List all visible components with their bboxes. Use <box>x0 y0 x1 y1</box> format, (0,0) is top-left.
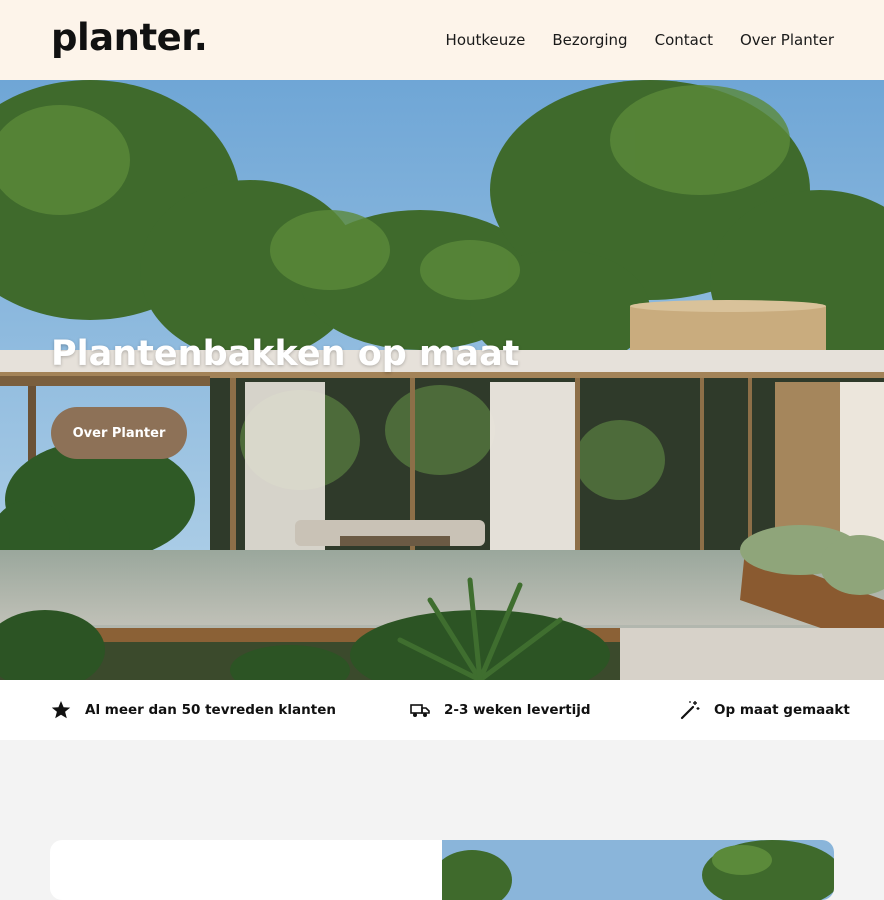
nav-link-bezorging[interactable]: Bezorging <box>552 29 627 51</box>
intro-card <box>50 840 834 900</box>
usp-label-customers: Al meer dan 50 tevreden klanten <box>85 702 336 718</box>
usp-item-delivery: 2-3 weken levertijd <box>410 680 591 740</box>
card-photo <box>442 840 834 900</box>
site-header: planter. Houtkeuze Bezorging Contact Ove… <box>0 0 884 80</box>
star-icon <box>51 701 71 719</box>
magic-wand-icon <box>680 701 700 720</box>
usp-item-customers: Al meer dan 50 tevreden klanten <box>51 680 336 740</box>
usp-label-delivery: 2-3 weken levertijd <box>444 702 591 718</box>
hero-photo <box>0 80 884 680</box>
hero-section: Plantenbakken op maat Over Planter <box>0 80 884 680</box>
usp-bar: Al meer dan 50 tevreden klanten 2-3 weke… <box>0 680 884 740</box>
planter-logo[interactable]: planter. <box>51 14 208 62</box>
usp-item-custom: Op maat gemaakt <box>680 680 850 740</box>
hero-title: Plantenbakken op maat <box>51 334 520 374</box>
nav-link-over-planter[interactable]: Over Planter <box>740 29 834 51</box>
nav-link-houtkeuze[interactable]: Houtkeuze <box>446 29 526 51</box>
delivery-truck-icon <box>410 704 430 717</box>
main-nav: Houtkeuze Bezorging Contact Over Planter <box>446 29 834 51</box>
nav-link-contact[interactable]: Contact <box>655 29 713 51</box>
over-planter-button[interactable]: Over Planter <box>51 407 187 459</box>
usp-label-custom: Op maat gemaakt <box>714 702 850 718</box>
